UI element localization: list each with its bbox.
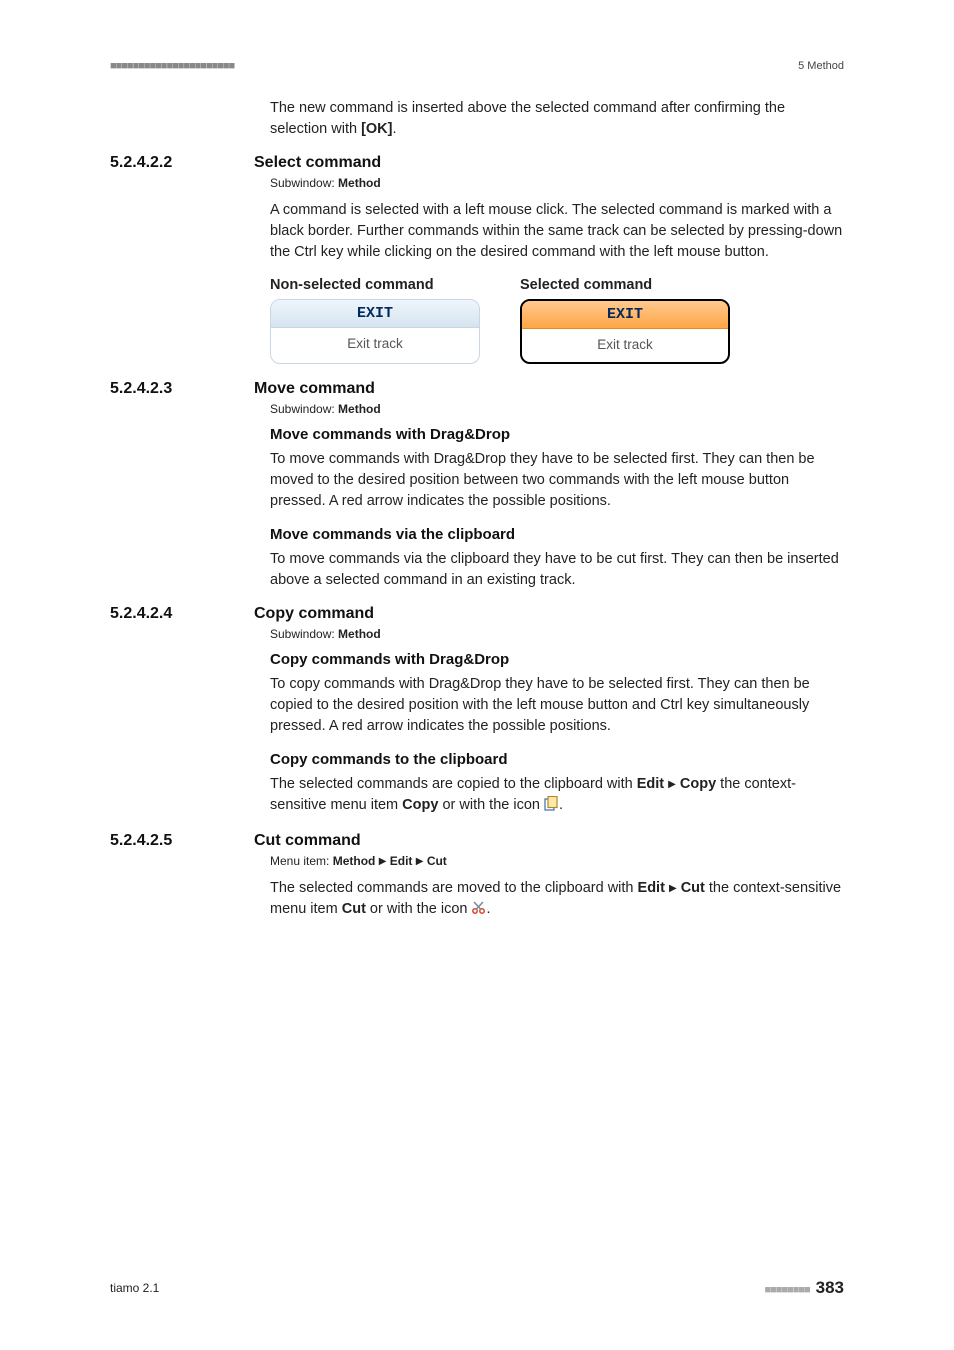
intro-paragraph: The new command is inserted above the se… xyxy=(270,98,844,140)
card-title: EXIT xyxy=(271,300,479,328)
move-clipboard-heading: Move commands via the clipboard xyxy=(270,526,844,543)
subwindow-prefix: Subwindow: xyxy=(270,176,338,190)
copy-p2a: The selected commands are copied to the … xyxy=(270,776,637,792)
command-visual-examples: Non-selected command Selected command EX… xyxy=(270,277,844,364)
section-move-command: 5.2.4.2.3 Move command Subwindow: Method… xyxy=(110,380,844,591)
section-select-command: 5.2.4.2.2 Select command Subwindow: Meth… xyxy=(110,154,844,364)
subwindow-label: Subwindow: Method xyxy=(270,402,844,416)
move-clipboard-paragraph: To move commands via the clipboard they … xyxy=(270,549,844,591)
section-heading-row: 5.2.4.2.4 Copy command xyxy=(110,605,844,623)
section-number: 5.2.4.2.5 xyxy=(110,832,230,850)
cut-p1a: The selected commands are moved to the c… xyxy=(270,880,638,896)
section-number: 5.2.4.2.4 xyxy=(110,605,230,623)
command-card-selected: EXIT Exit track xyxy=(520,299,730,364)
select-command-paragraph: A command is selected with a left mouse … xyxy=(270,200,844,263)
copy-dragdrop-heading: Copy commands with Drag&Drop xyxy=(270,651,844,668)
menu-edit: Edit xyxy=(390,854,413,868)
page-header: ■■■■■■■■■■■■■■■■■■■■■■ 5 Method xyxy=(110,60,844,72)
copy-icon xyxy=(544,796,559,818)
footer-right: ■■■■■■■■ 383 xyxy=(764,1278,844,1298)
header-dots: ■■■■■■■■■■■■■■■■■■■■■■ xyxy=(110,60,234,72)
section-heading-row: 5.2.4.2.2 Select command xyxy=(110,154,844,172)
section-title: Copy command xyxy=(254,605,374,623)
page-number: 383 xyxy=(816,1278,844,1297)
subwindow-label: Subwindow: Method xyxy=(270,176,844,190)
menu-method: Method xyxy=(333,854,376,868)
footer-left: tiamo 2.1 xyxy=(110,1281,159,1295)
copy-clipboard-paragraph: The selected commands are copied to the … xyxy=(270,774,844,818)
subwindow-value: Method xyxy=(338,176,381,190)
copy-dragdrop-paragraph: To copy commands with Drag&Drop they hav… xyxy=(270,674,844,737)
subwindow-value: Method xyxy=(338,627,381,641)
footer-dots: ■■■■■■■■ xyxy=(764,1284,809,1296)
cut-paragraph: The selected commands are moved to the c… xyxy=(270,878,844,922)
cut-p1d: . xyxy=(486,901,490,917)
copy-label: Copy xyxy=(680,776,716,792)
command-card-nonselected: EXIT Exit track xyxy=(270,299,480,364)
move-dragdrop-heading: Move commands with Drag&Drop xyxy=(270,426,844,443)
copy-label2: Copy xyxy=(402,797,438,813)
section-heading-row: 5.2.4.2.3 Move command xyxy=(110,380,844,398)
menu-prefix: Menu item: xyxy=(270,854,333,868)
section-cut-command: 5.2.4.2.5 Cut command Menu item: Method … xyxy=(110,832,844,922)
section-title: Move command xyxy=(254,380,375,398)
triangle-icon: ▶ xyxy=(379,856,387,867)
copy-p2c: or with the icon xyxy=(438,797,544,813)
copy-p2d: . xyxy=(559,797,563,813)
section-number: 5.2.4.2.2 xyxy=(110,154,230,172)
section-title: Select command xyxy=(254,154,381,172)
cut-p1c: or with the icon xyxy=(366,901,472,917)
intro-tail: . xyxy=(393,121,397,137)
section-copy-command: 5.2.4.2.4 Copy command Subwindow: Method… xyxy=(110,605,844,818)
section-number: 5.2.4.2.3 xyxy=(110,380,230,398)
chapter-label: 5 Method xyxy=(798,60,844,72)
card-title: EXIT xyxy=(522,301,728,329)
subwindow-value: Method xyxy=(338,402,381,416)
menu-item-label: Menu item: Method ▶ Edit ▶ Cut xyxy=(270,854,844,868)
command-row: EXIT Exit track EXIT Exit track xyxy=(270,299,844,364)
subwindow-prefix: Subwindow: xyxy=(270,402,338,416)
page-footer: tiamo 2.1 ■■■■■■■■ 383 xyxy=(110,1278,844,1298)
copy-clipboard-heading: Copy commands to the clipboard xyxy=(270,751,844,768)
section-title: Cut command xyxy=(254,832,361,850)
command-headers: Non-selected command Selected command xyxy=(270,277,844,293)
header-nonselected: Non-selected command xyxy=(270,277,480,293)
section-heading-row: 5.2.4.2.5 Cut command xyxy=(110,832,844,850)
edit-label: Edit xyxy=(637,776,664,792)
cut-label: Cut xyxy=(681,880,705,896)
intro-text: The new command is inserted above the se… xyxy=(270,100,785,137)
ok-label: [OK] xyxy=(361,121,392,137)
header-selected: Selected command xyxy=(520,277,730,293)
card-subtitle: Exit track xyxy=(271,328,479,361)
triangle-icon: ▶ xyxy=(668,779,676,790)
triangle-icon: ▶ xyxy=(416,856,424,867)
scissors-icon xyxy=(471,900,486,922)
triangle-icon: ▶ xyxy=(669,883,677,894)
card-subtitle: Exit track xyxy=(522,329,728,362)
menu-cut: Cut xyxy=(427,854,447,868)
subwindow-label: Subwindow: Method xyxy=(270,627,844,641)
cut-label2: Cut xyxy=(342,901,366,917)
edit-label: Edit xyxy=(638,880,665,896)
move-dragdrop-paragraph: To move commands with Drag&Drop they hav… xyxy=(270,449,844,512)
subwindow-prefix: Subwindow: xyxy=(270,627,338,641)
